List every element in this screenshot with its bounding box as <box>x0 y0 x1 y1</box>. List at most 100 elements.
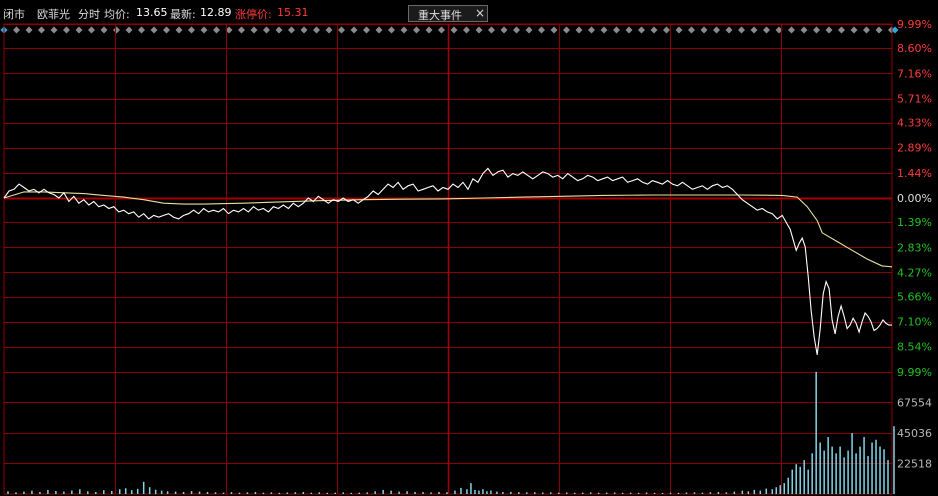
volume-bar <box>160 490 163 494</box>
price-axis-label: 0.00% <box>897 192 932 205</box>
event-diamond-icon <box>575 26 583 34</box>
volume-bar <box>779 485 782 494</box>
volume-bar <box>39 491 41 494</box>
price-axis-label: 1.44% <box>897 167 932 180</box>
volume-bar <box>510 491 512 494</box>
volume-bar <box>246 492 249 494</box>
event-diamond-icon <box>588 26 595 34</box>
event-diamond-icon <box>650 26 658 34</box>
volume-bar <box>222 492 225 494</box>
event-diamond-icon <box>850 26 858 34</box>
event-diamond-icon <box>763 26 770 34</box>
event-diamond-icon <box>538 26 545 34</box>
event-diamond-icon <box>475 26 483 34</box>
volume-bar <box>130 490 133 494</box>
volume-bar <box>613 492 616 494</box>
event-diamond-icon <box>600 26 608 34</box>
volume-bar <box>254 491 257 494</box>
volume-bar <box>422 492 424 494</box>
event-diamond-icon <box>263 26 270 34</box>
volume-bar <box>815 372 817 494</box>
volume-bar <box>124 488 127 494</box>
event-diamond-icon <box>313 26 320 34</box>
volume-bar <box>827 437 829 494</box>
event-diamond-icon <box>688 26 695 34</box>
price-axis-label: 9.99% <box>897 18 932 31</box>
volume-bar <box>741 490 744 494</box>
volume-bar <box>733 491 736 494</box>
volume-bar <box>839 446 841 494</box>
volume-bar <box>103 490 105 494</box>
volume-bar <box>79 489 81 494</box>
event-diamond-icon <box>825 26 833 34</box>
event-diamond-icon <box>550 26 558 34</box>
volume-bar <box>190 491 193 494</box>
volume-bar <box>318 492 321 494</box>
volume-bar <box>581 492 584 494</box>
volume-bar <box>685 492 688 494</box>
volume-bar <box>565 492 568 494</box>
volume-bar <box>637 492 640 494</box>
volume-bar <box>206 491 209 494</box>
volume-bar <box>466 489 468 494</box>
volume-bar <box>526 492 528 494</box>
volume-bar <box>406 491 408 494</box>
volume-bar <box>893 426 895 494</box>
event-diamond-icon <box>788 26 795 34</box>
event-diamond-icon <box>88 26 95 34</box>
event-diamond-icon <box>363 26 370 34</box>
event-diamond-icon <box>175 26 183 34</box>
volume-bar <box>214 492 217 494</box>
volume-bar <box>238 492 241 494</box>
event-diamond-icon <box>388 26 395 34</box>
price-axis-label: 4.33% <box>897 117 932 130</box>
event-diamond-icon <box>463 26 470 34</box>
volume-bar <box>71 490 73 494</box>
volume-bar <box>851 433 853 494</box>
price-axis-label: 5.66% <box>897 291 932 304</box>
volume-bar <box>799 466 801 494</box>
event-diamond-icon <box>738 26 745 34</box>
volume-bar <box>111 491 113 494</box>
volume-bar <box>573 492 576 494</box>
event-diamond-icon <box>838 26 845 34</box>
event-diamond-icon <box>438 26 445 34</box>
volume-bar <box>460 487 462 494</box>
volume-bar <box>589 492 592 494</box>
volume-bar <box>198 491 201 494</box>
event-diamond-icon <box>338 26 345 34</box>
volume-bar <box>759 490 762 494</box>
volume-bar <box>677 492 680 494</box>
event-diamond-icon <box>725 26 733 34</box>
event-diamond-icon <box>613 26 620 34</box>
event-diamond-icon <box>13 26 20 34</box>
volume-bar <box>31 490 33 494</box>
volume-bar <box>326 492 329 494</box>
event-diamond-icon <box>250 26 258 34</box>
event-diamond-icon <box>875 26 883 34</box>
volume-bar <box>747 491 750 494</box>
price-axis-label: 1.39% <box>897 216 932 229</box>
event-diamond-icon <box>113 26 120 34</box>
volume-bar <box>717 491 720 494</box>
event-diamond-icon <box>450 26 458 34</box>
volume-bar <box>518 492 520 494</box>
volume-bar <box>286 492 289 494</box>
volume-bar <box>382 489 384 494</box>
volume-bar <box>136 488 139 494</box>
volume-bar <box>807 469 809 494</box>
event-marker-row <box>0 26 899 34</box>
event-diamond-icon <box>38 26 45 34</box>
volume-bar <box>63 491 65 494</box>
event-diamond-icon <box>525 26 533 34</box>
volume-bar <box>629 492 632 494</box>
volume-bar <box>454 490 456 494</box>
price-axis-label: 5.71% <box>897 93 932 106</box>
event-diamond-icon <box>125 26 133 34</box>
event-diamond-icon <box>100 26 108 34</box>
volume-bar <box>55 491 57 494</box>
price-axis-label: 8.60% <box>897 42 932 55</box>
event-diamond-icon <box>563 26 570 34</box>
event-diamond-icon <box>25 26 33 34</box>
volume-bar <box>811 453 813 494</box>
